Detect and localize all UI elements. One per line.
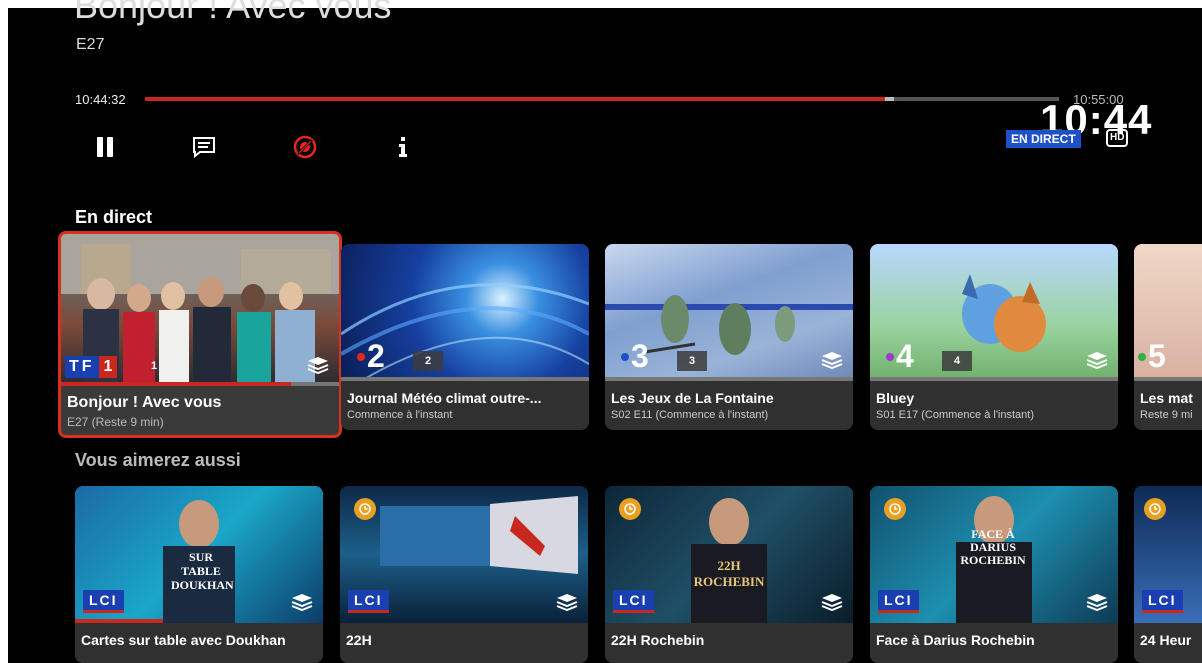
channel-number: 1 [150,360,158,372]
live-badge: EN DIRECT [1006,130,1081,148]
card-subtitle: S02 E11 (Commence à l'instant) [611,409,769,421]
live-thumbnail: TF 1 1 [61,234,339,386]
buffer-fill [885,97,895,101]
stack-icon [307,357,329,374]
time-start: 10:44:32 [75,92,126,107]
playback-progress-bar[interactable] [145,97,1059,101]
lci-logo: LCI [83,590,124,613]
stack-icon [821,594,843,611]
live-thumbnail: 2 2 [341,244,589,381]
channel-number: 3 [677,351,707,371]
subtitles-button[interactable] [189,132,219,162]
tf1-logo: TF 1 [65,356,118,378]
live-thumbnail: 3 3 [605,244,853,381]
show-art-title: FACE À DARIUS ROCHEBIN [960,527,1026,567]
show-art-title: 22H ROCHEBIN [693,558,765,589]
card-title: Bonjour ! Avec vous [67,394,222,411]
pause-icon [97,137,113,157]
channel-number: 4 [942,351,972,371]
record-button[interactable] [290,132,320,162]
suggest-card-24-heures[interactable]: LCI 24 Heur [1134,486,1202,663]
frame-left [0,0,8,663]
section-title-live: En direct [75,207,153,227]
suggest-thumbnail: LCI [340,486,588,623]
replay-clock-icon [354,498,376,520]
channel-logo: 4 [886,338,914,375]
card-title: Cartes sur table avec Doukhan [81,632,286,648]
info-icon [399,137,407,157]
stack-icon [1086,594,1108,611]
live-card-tf1[interactable]: TF 1 1 Bonjour ! Avec vous E27 (Reste 9 m… [58,231,342,438]
card-subtitle: Reste 9 mi [1140,409,1193,421]
info-button[interactable] [388,132,418,162]
channel-logo: 2 [357,338,385,375]
card-title: Bluey [876,390,915,406]
lci-logo: LCI [348,590,389,613]
live-thumbnail: 5 [1134,244,1202,381]
watch-progress-track [870,377,1118,381]
stack-icon [556,594,578,611]
watch-progress-fill [61,382,291,386]
pause-button[interactable] [90,132,120,162]
show-art-title: SUR TABLE DOUKHAN [171,550,234,592]
no-record-icon [293,135,317,159]
suggest-card-22h[interactable]: LCI 22H [340,486,588,663]
suggest-thumbnail: 22H ROCHEBIN LCI [605,486,853,623]
live-card-france3[interactable]: 3 3 Les Jeux de La Fontaine S02 E11 (Com… [605,244,853,430]
stack-icon [821,352,843,369]
suggest-card-doukhan[interactable]: SUR TABLE DOUKHAN LCI Cartes sur table a… [75,486,323,663]
replay-clock-icon [619,498,641,520]
card-title: 22H [346,632,372,648]
lci-logo: LCI [613,590,654,613]
channel-logo: 3 [621,338,649,375]
watch-progress-track [605,377,853,381]
suggest-thumbnail: SUR TABLE DOUKHAN LCI [75,486,323,623]
lci-logo: LCI [878,590,919,613]
watch-progress-fill [75,619,163,623]
stack-icon [291,594,313,611]
lci-logo: LCI [1142,590,1183,613]
program-episode: E27 [76,36,105,53]
card-title: Les Jeux de La Fontaine [611,390,774,406]
card-subtitle: Commence à l'instant [347,409,453,421]
live-card-france2[interactable]: 2 2 Journal Météo climat outre-... Comme… [341,244,589,430]
live-card-france4[interactable]: 4 4 Bluey S01 E17 (Commence à l'instant) [870,244,1118,430]
replay-clock-icon [884,498,906,520]
card-subtitle: S01 E17 (Commence à l'instant) [876,409,1035,421]
live-card-france5[interactable]: 5 Les mat Reste 9 mi [1134,244,1202,430]
suggest-card-22h-rochebin[interactable]: 22H ROCHEBIN LCI 22H Rochebin [605,486,853,663]
progress-fill [145,97,886,101]
card-title: Face à Darius Rochebin [876,632,1035,648]
card-subtitle: E27 (Reste 9 min) [67,415,164,429]
card-title: Les mat [1140,390,1193,406]
section-title-suggestions: Vous aimerez aussi [75,450,241,470]
live-thumbnail: 4 4 [870,244,1118,381]
stack-icon [1086,352,1108,369]
suggest-card-face-a-darius[interactable]: FACE À DARIUS ROCHEBIN LCI Face à Darius… [870,486,1118,663]
card-title: 22H Rochebin [611,632,705,648]
hd-badge: HD [1106,129,1129,147]
program-title: Bonjour ! Avec vous [74,0,392,26]
suggest-thumbnail: LCI [1134,486,1202,623]
channel-number: 2 [413,351,443,371]
card-title: Journal Météo climat outre-... [347,390,542,406]
card-title: 24 Heur [1140,632,1192,648]
watch-progress-track [1134,377,1202,381]
subtitles-icon [193,137,215,159]
channel-logo: 5 [1138,338,1166,375]
watch-progress-track [341,377,589,381]
replay-clock-icon [1144,498,1166,520]
suggest-thumbnail: FACE À DARIUS ROCHEBIN LCI [870,486,1118,623]
